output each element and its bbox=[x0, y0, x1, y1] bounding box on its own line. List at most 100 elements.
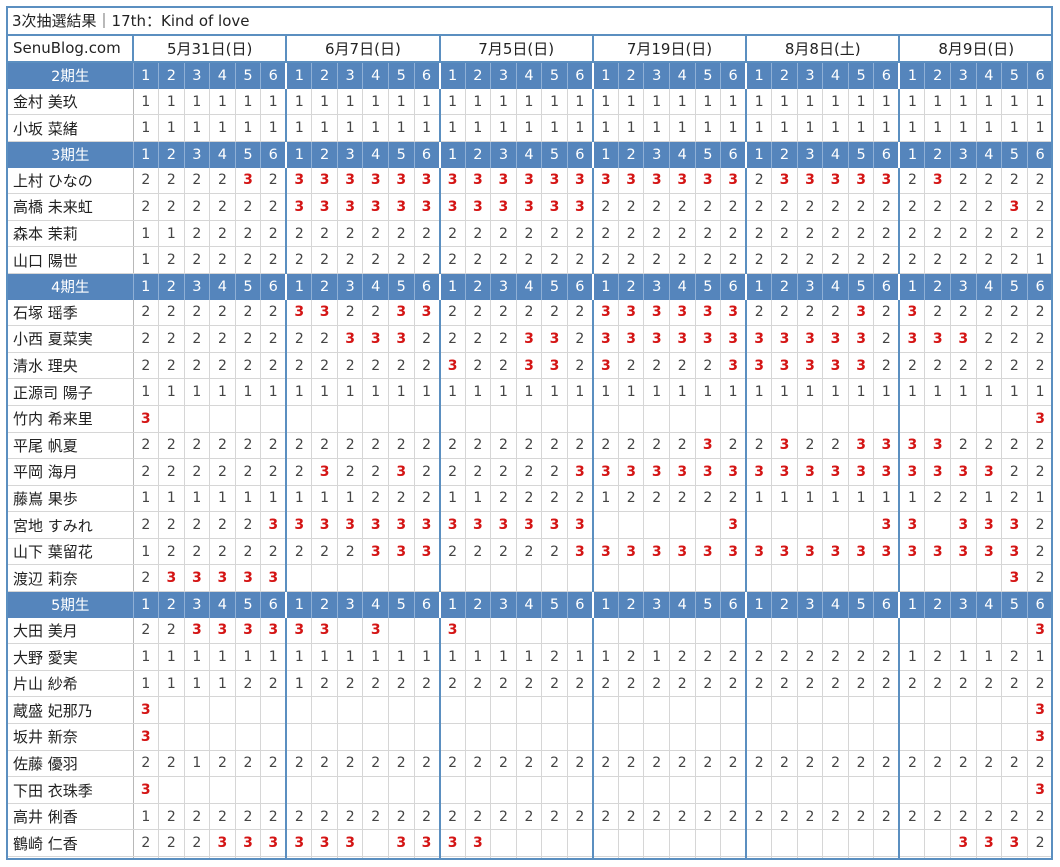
draw-result: 2 bbox=[848, 220, 875, 248]
draw-result: 2 bbox=[848, 803, 875, 831]
draw-result: 2 bbox=[1001, 167, 1028, 195]
slot-number: 5 bbox=[848, 62, 875, 89]
draw-result: 3 bbox=[516, 167, 543, 195]
slot-number: 4 bbox=[976, 591, 1003, 618]
slot-number: 5 bbox=[388, 591, 415, 618]
draw-result: 2 bbox=[439, 458, 466, 486]
draw-result: 3 bbox=[950, 538, 977, 566]
draw-result bbox=[669, 564, 696, 593]
draw-result: 2 bbox=[618, 750, 645, 778]
slot-number: 6 bbox=[414, 62, 441, 89]
draw-result bbox=[1001, 696, 1028, 725]
draw-result bbox=[516, 696, 543, 725]
draw-result bbox=[541, 696, 568, 725]
draw-result bbox=[797, 723, 824, 751]
draw-result bbox=[414, 564, 441, 593]
draw-result: 3 bbox=[924, 432, 951, 460]
draw-result bbox=[465, 617, 492, 645]
draw-result: 3 bbox=[976, 458, 1003, 486]
member-name: 森本 茉莉 bbox=[8, 220, 134, 248]
draw-result: 2 bbox=[950, 670, 977, 698]
draw-result: 3 bbox=[669, 325, 696, 353]
draw-result: 3 bbox=[1001, 193, 1028, 221]
draw-result: 2 bbox=[311, 750, 338, 778]
draw-result: 2 bbox=[465, 220, 492, 248]
draw-result: 2 bbox=[388, 670, 415, 698]
member-row: 小西 夏菜実 2 2 2 2 2 2 2 2 3 3 3 2 2 2 2 3 3 2 3 3 3 3 3 3 3 3 3 3 3 2 3 3 3 2… bbox=[8, 325, 1051, 353]
draw-result: 2 bbox=[388, 432, 415, 460]
draw-result: 2 bbox=[873, 643, 901, 671]
draw-result: 3 bbox=[414, 829, 441, 857]
draw-result bbox=[720, 405, 748, 433]
draw-result: 2 bbox=[592, 670, 619, 698]
draw-result: 1 bbox=[592, 643, 619, 671]
draw-result: 2 bbox=[899, 167, 926, 195]
draw-result: 2 bbox=[209, 167, 236, 195]
draw-result: 1 bbox=[848, 378, 875, 406]
draw-result: 2 bbox=[490, 458, 517, 486]
draw-result bbox=[311, 696, 338, 725]
draw-result: 2 bbox=[286, 220, 313, 248]
member-name: 高井 俐香 bbox=[8, 803, 134, 831]
draw-result bbox=[924, 511, 951, 539]
draw-result: 2 bbox=[516, 220, 543, 248]
draw-result: 3 bbox=[822, 458, 849, 486]
draw-result bbox=[771, 829, 798, 857]
slot-number: 5 bbox=[541, 141, 568, 168]
draw-result bbox=[771, 405, 798, 433]
draw-result: 1 bbox=[362, 856, 389, 858]
draw-result: 2 bbox=[643, 220, 670, 248]
draw-result: 1 bbox=[414, 378, 441, 406]
draw-result: 2 bbox=[184, 325, 211, 353]
draw-result: 2 bbox=[311, 352, 338, 380]
draw-result: 2 bbox=[465, 458, 492, 486]
draw-result: 1 bbox=[184, 485, 211, 513]
draw-result: 2 bbox=[337, 670, 364, 698]
slot-number: 3 bbox=[490, 591, 517, 618]
draw-result: 2 bbox=[465, 432, 492, 460]
slot-number: 5 bbox=[695, 591, 722, 618]
slot-number: 3 bbox=[950, 141, 977, 168]
draw-result bbox=[567, 829, 594, 857]
draw-result: 3 bbox=[618, 325, 645, 353]
draw-result: 3 bbox=[848, 432, 875, 460]
draw-result: 3 bbox=[235, 167, 262, 195]
draw-result: 1 bbox=[286, 643, 313, 671]
draw-result: 2 bbox=[771, 803, 798, 831]
draw-result: 2 bbox=[950, 352, 977, 380]
draw-result: 3 bbox=[362, 325, 389, 353]
slot-number: 1 bbox=[899, 62, 926, 89]
draw-result: 1 bbox=[797, 485, 824, 513]
draw-result: 3 bbox=[771, 458, 798, 486]
draw-result: 1 bbox=[771, 88, 798, 116]
member-row: 鶴崎 仁香 2 2 2 3 3 3 3 3 3 3 3 3 3 3 3 3 2 bbox=[8, 829, 1051, 857]
generation-label: 5期生 bbox=[8, 591, 134, 618]
draw-result bbox=[567, 564, 594, 593]
slot-number: 2 bbox=[158, 62, 185, 89]
draw-result bbox=[695, 829, 722, 857]
draw-result: 1 bbox=[260, 856, 288, 858]
generation-label: 2期生 bbox=[8, 62, 134, 89]
draw-result bbox=[873, 776, 901, 804]
slot-number: 1 bbox=[439, 62, 466, 89]
draw-result: 2 bbox=[720, 670, 748, 698]
draw-result: 2 bbox=[362, 458, 389, 486]
slot-number: 2 bbox=[771, 591, 798, 618]
draw-result: 2 bbox=[771, 856, 798, 858]
draw-result: 1 bbox=[924, 88, 951, 116]
draw-result: 1 bbox=[235, 643, 262, 671]
member-row: 坂井 新奈 3 3 bbox=[8, 723, 1051, 751]
draw-result: 2 bbox=[695, 856, 722, 858]
draw-result: 2 bbox=[414, 352, 441, 380]
draw-result: 2 bbox=[746, 193, 773, 221]
slot-number: 4 bbox=[669, 273, 696, 300]
draw-result: 2 bbox=[592, 220, 619, 248]
slot-number: 1 bbox=[592, 62, 619, 89]
draw-result: 3 bbox=[950, 511, 977, 539]
draw-result: 3 bbox=[235, 564, 262, 593]
draw-result: 1 bbox=[465, 114, 492, 142]
draw-result: 1 bbox=[516, 88, 543, 116]
date-header: 8月9日(日) bbox=[899, 34, 1051, 64]
draw-result: 2 bbox=[286, 246, 313, 274]
draw-result: 1 bbox=[924, 378, 951, 406]
